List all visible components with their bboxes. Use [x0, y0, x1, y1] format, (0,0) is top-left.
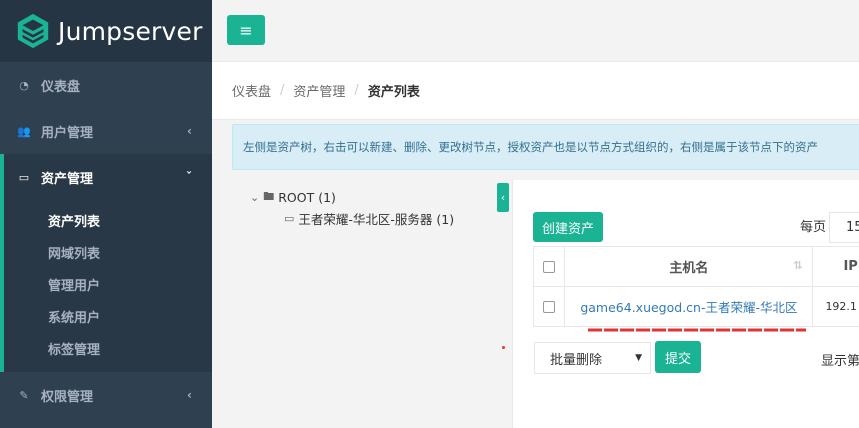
sidebar-item-label: 用户管理: [41, 125, 94, 141]
submit-button[interactable]: 提交: [655, 341, 701, 373]
folder-open-icon: 🖿: [263, 190, 275, 203]
sort-icon[interactable]: ⇅: [793, 259, 802, 272]
table-header-row: 主机名 ⇅ IP: [532, 246, 859, 287]
brand[interactable]: Jumpserver: [0, 0, 212, 62]
sidebar-subitem-labels[interactable]: 标签管理: [4, 332, 212, 364]
tree-node-root[interactable]: ⌄ 🖿 ROOT (1): [250, 188, 336, 207]
select-all-cell: [532, 246, 566, 287]
annotation-dot: [502, 346, 505, 349]
sidebar-item-assets[interactable]: ▭ 资产管理 ˇ: [0, 154, 212, 200]
menu-toggle-button[interactable]: ≡: [227, 15, 265, 45]
chevron-left-icon: ‹: [187, 124, 192, 138]
hamburger-icon: ≡: [239, 20, 253, 40]
asset-tree: ⌄ 🖿 ROOT (1) ▭ 王者荣耀-华北区-服务器 (1): [232, 180, 497, 428]
sidebar-item-label: 资产管理: [41, 171, 94, 187]
info-alert: 左侧是资产树，右击可以新建、删除、更改树节点，授权资产也是以节点方式组织的，右侧…: [232, 124, 859, 170]
breadcrumb-dashboard[interactable]: 仪表盘: [232, 81, 271, 100]
tree-node-label: 王者荣耀-华北区-服务器 (1): [298, 212, 455, 227]
annotation-underline: [588, 328, 806, 332]
users-icon: 👥: [17, 124, 31, 138]
sidebar: Jumpserver ◔ 仪表盘 👥 用户管理 ‹ ▭ 资产管理 ˇ 资产列表 …: [0, 0, 212, 428]
tree-collapse-button[interactable]: ‹: [497, 183, 509, 212]
sidebar-item-label: 权限管理: [41, 389, 94, 405]
row-select-cell: [532, 286, 566, 327]
hostname-link[interactable]: game64.xuegod.cn-王者荣耀-华北区: [580, 300, 797, 315]
ip-cell: 192.1: [812, 286, 859, 327]
sidebar-item-permissions[interactable]: ✎ 权限管理 ‹: [0, 372, 212, 418]
sidebar-subitem-asset-list[interactable]: 资产列表: [4, 204, 212, 236]
tree-node-child[interactable]: ▭ 王者荣耀-华北区-服务器 (1): [284, 209, 454, 228]
breadcrumb-separator: /: [280, 83, 285, 98]
chevron-down-icon: ˇ: [186, 170, 192, 184]
top-navbar: ≡: [212, 0, 859, 62]
sidebar-subitem-system-users[interactable]: 系统用户: [4, 300, 212, 332]
caret-down-icon: ▼: [635, 353, 642, 363]
asset-table: 主机名 ⇅ IP game64.xuegod.cn-王者荣耀-华北区 192.1: [532, 246, 859, 327]
bulk-action-value: 批量删除: [550, 352, 603, 368]
column-header-hostname[interactable]: 主机名 ⇅: [564, 246, 814, 287]
pagination-info: 显示第: [821, 354, 859, 369]
breadcrumb-separator: /: [354, 83, 359, 98]
sidebar-item-users[interactable]: 👥 用户管理 ‹: [0, 108, 212, 154]
sidebar-subitem-admin-users[interactable]: 管理用户: [4, 268, 212, 300]
select-all-checkbox[interactable]: [543, 260, 556, 273]
sidebar-item-dashboard[interactable]: ◔ 仪表盘: [0, 62, 212, 108]
assets-submenu: 资产列表 网域列表 管理用户 系统用户 标签管理: [0, 200, 212, 372]
edit-icon: ✎: [19, 388, 29, 402]
chevron-left-icon: ‹: [500, 191, 506, 204]
sidebar-item-label: 仪表盘: [41, 79, 81, 95]
sidebar-subitem-domain-list[interactable]: 网域列表: [4, 236, 212, 268]
breadcrumb-assets[interactable]: 资产管理: [293, 81, 345, 100]
breadcrumb: 仪表盘 / 资产管理 / 资产列表: [212, 62, 859, 120]
column-header-label: 主机名: [669, 261, 709, 276]
breadcrumb-current: 资产列表: [367, 85, 420, 100]
brand-name: Jumpserver: [58, 16, 203, 46]
per-page-select[interactable]: 15: [829, 212, 859, 243]
chevron-left-icon: ‹: [187, 388, 192, 402]
expand-chevron-icon[interactable]: ⌄: [250, 191, 259, 204]
tree-node-label: ROOT (1): [278, 190, 336, 205]
dashboard-icon: ◔: [19, 78, 29, 92]
jumpserver-logo-icon: [17, 13, 49, 49]
create-asset-button[interactable]: 创建资产: [533, 212, 603, 242]
hostname-cell: game64.xuegod.cn-王者荣耀-华北区: [564, 286, 814, 327]
per-page-label: 每页: [800, 220, 827, 235]
inbox-icon: ▭: [18, 170, 30, 184]
row-checkbox[interactable]: [543, 300, 556, 313]
folder-icon: ▭: [284, 212, 295, 225]
column-header-ip[interactable]: IP: [812, 246, 859, 287]
table-row: game64.xuegod.cn-王者荣耀-华北区 192.1: [532, 286, 859, 327]
bulk-action-select[interactable]: 批量删除 ▼: [534, 342, 651, 374]
